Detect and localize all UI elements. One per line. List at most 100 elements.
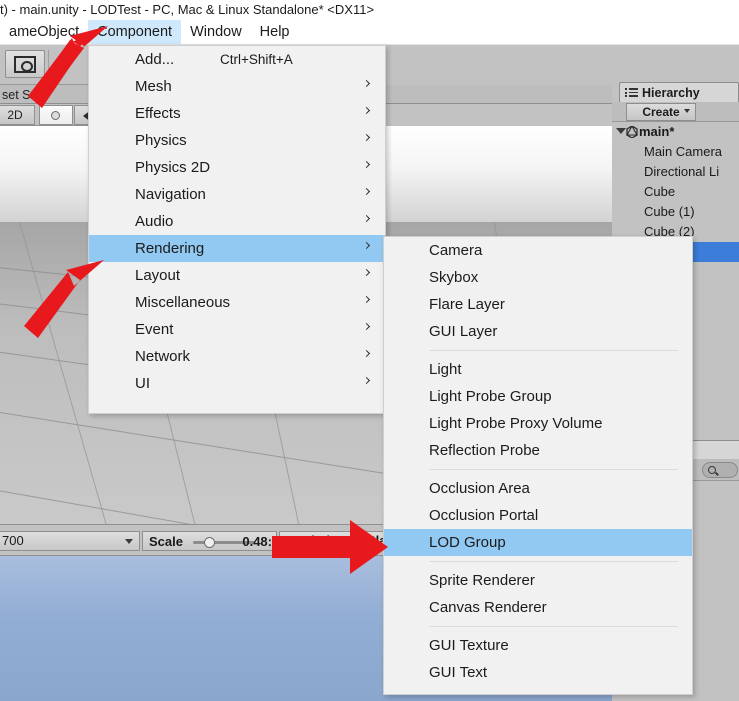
menu-separator (429, 350, 678, 351)
hierarchy-item-label: Cube (1) (644, 204, 695, 219)
chevron-right-icon (362, 376, 371, 385)
chevron-right-icon (362, 79, 371, 88)
component-menu-item-layout[interactable]: Layout (89, 262, 385, 289)
menu-item-label: Light (429, 361, 462, 378)
rendering-menu-item-skybox[interactable]: Skybox (384, 264, 692, 291)
rendering-menu-item-occlusion-area[interactable]: Occlusion Area (384, 475, 692, 502)
menu-item-label: Network (135, 348, 191, 365)
chevron-right-icon (362, 295, 371, 304)
expand-triangle-icon[interactable] (616, 128, 626, 134)
hierarchy-item-main-camera[interactable]: Main Camera (612, 142, 739, 162)
unity-editor-window: t) - main.unity - LODTest - PC, Mac & Li… (0, 0, 739, 701)
chevron-down-icon (125, 539, 133, 544)
create-button[interactable]: Create (626, 103, 696, 121)
menubar-item-window[interactable]: Window (181, 20, 251, 44)
chevron-right-icon (362, 214, 371, 223)
rendering-menu-item-sprite-renderer[interactable]: Sprite Renderer (384, 567, 692, 594)
main-toolbar (0, 45, 90, 85)
component-menu-item-audio[interactable]: Audio (89, 208, 385, 235)
menu-item-label: Occlusion Area (429, 480, 530, 497)
menu-item-label: Occlusion Portal (429, 507, 539, 524)
hierarchy-item-main[interactable]: main* (612, 122, 739, 142)
hierarchy-toolbar: Create (612, 102, 739, 122)
component-menu-item-ui[interactable]: UI (89, 370, 385, 397)
chevron-right-icon (362, 133, 371, 142)
component-menu-item-navigation[interactable]: Navigation (89, 181, 385, 208)
tab-hierarchy[interactable]: Hierarchy (619, 82, 739, 102)
menu-item-label: Skybox (429, 269, 479, 286)
component-menu-item-network[interactable]: Network (89, 343, 385, 370)
menu-item-label: Layout (135, 267, 181, 284)
component-menu-item-physics[interactable]: Physics (89, 127, 385, 154)
resolution-dropdown[interactable]: 700 (0, 531, 140, 551)
menu-item-label: Physics 2D (135, 159, 211, 176)
rendering-menu-item-camera[interactable]: Camera (384, 237, 692, 264)
tab-asset-store[interactable]: set Sto (2, 86, 41, 104)
menu-item-label: Rendering (135, 240, 205, 257)
menu-separator (429, 469, 678, 470)
hierarchy-item-directional-li[interactable]: Directional Li (612, 162, 739, 182)
scale-label: Scale (149, 534, 183, 549)
rect-transform-icon[interactable] (5, 50, 45, 78)
menubar-item-ameobject[interactable]: ameObject (0, 20, 88, 44)
hierarchy-item-label: Main Camera (644, 144, 723, 159)
hierarchy-icon (625, 87, 638, 98)
hierarchy-item-cube-1[interactable]: Cube (1) (612, 202, 739, 222)
search-icon (708, 466, 716, 474)
rendering-menu-item-gui-text[interactable]: GUI Text (384, 659, 692, 686)
menu-item-label: Add... (135, 51, 175, 68)
menu-item-label: Light Probe Group (429, 388, 552, 405)
menu-item-label: GUI Layer (429, 323, 498, 340)
menu-item-label: Light Probe Proxy Volume (429, 415, 603, 432)
component-menu-item-miscellaneous[interactable]: Miscellaneous (89, 289, 385, 316)
menu-item-label: Mesh (135, 78, 172, 95)
component-menu-item-effects[interactable]: Effects (89, 100, 385, 127)
window-title: t) - main.unity - LODTest - PC, Mac & Li… (0, 0, 739, 19)
menu-item-label: Sprite Renderer (429, 572, 535, 589)
rendering-menu-item-reflection-probe[interactable]: Reflection Probe (384, 437, 692, 464)
menu-separator (429, 626, 678, 627)
chevron-right-icon (362, 268, 371, 277)
tab-hierarchy-label: Hierarchy (642, 86, 700, 100)
rendering-menu-item-light[interactable]: Light (384, 356, 692, 383)
menu-item-label: Navigation (135, 186, 206, 203)
menubar-item-help[interactable]: Help (251, 20, 299, 44)
rendering-menu-item-lod-group[interactable]: LOD Group (384, 529, 692, 556)
chevron-right-icon (362, 106, 371, 115)
rendering-menu-item-gui-layer[interactable]: GUI Layer (384, 318, 692, 345)
scale-value: 0.48: (242, 534, 272, 549)
rendering-menu-item-flare-layer[interactable]: Flare Layer (384, 291, 692, 318)
toggle-2d-button[interactable]: 2D (0, 105, 35, 125)
scale-slider-knob[interactable] (203, 537, 215, 548)
rendering-menu-item-occlusion-portal[interactable]: Occlusion Portal (384, 502, 692, 529)
component-menu-item-rendering[interactable]: Rendering (89, 235, 385, 262)
component-menu-item-physics-2d[interactable]: Physics 2D (89, 154, 385, 181)
menu-item-label: Event (135, 321, 174, 338)
rendering-menu-item-gui-texture[interactable]: GUI Texture (384, 632, 692, 659)
hierarchy-item-cube[interactable]: Cube (612, 182, 739, 202)
rendering-menu-item-light-probe-proxy-volume[interactable]: Light Probe Proxy Volume (384, 410, 692, 437)
search-input[interactable] (702, 462, 738, 478)
rendering-submenu[interactable]: Camera Skybox Flare Layer GUI Layer Light Lig… (383, 236, 693, 695)
rendering-menu-item-canvas-renderer[interactable]: Canvas Renderer (384, 594, 692, 621)
menu-item-label: Audio (135, 213, 174, 230)
component-menu-item-add[interactable]: Add... Ctrl+Shift+A (89, 46, 385, 73)
hierarchy-item-label: Directional Li (644, 164, 720, 179)
menu-item-label: GUI Text (429, 664, 488, 681)
scale-slider-group[interactable]: Scale 0.48: (142, 531, 277, 551)
chevron-right-icon (362, 187, 371, 196)
sun-icon[interactable] (39, 105, 73, 125)
create-button-label: Create (642, 105, 680, 119)
menu-item-label: Miscellaneous (135, 294, 231, 311)
menu-item-label: UI (135, 375, 150, 392)
hierarchy-item-label: Cube (644, 184, 676, 199)
resolution-value: 700 (2, 533, 24, 548)
menubar-item-component[interactable]: Component (88, 20, 182, 44)
rendering-menu-item-light-probe-group[interactable]: Light Probe Group (384, 383, 692, 410)
chevron-right-icon (362, 241, 371, 250)
component-menu-dropdown[interactable]: Add... Ctrl+Shift+A Mesh Effects Physics Phys… (88, 45, 386, 414)
component-menu-item-mesh[interactable]: Mesh (89, 73, 385, 100)
toolbar-divider (48, 50, 49, 78)
chevron-down-icon (684, 109, 690, 113)
component-menu-item-event[interactable]: Event (89, 316, 385, 343)
